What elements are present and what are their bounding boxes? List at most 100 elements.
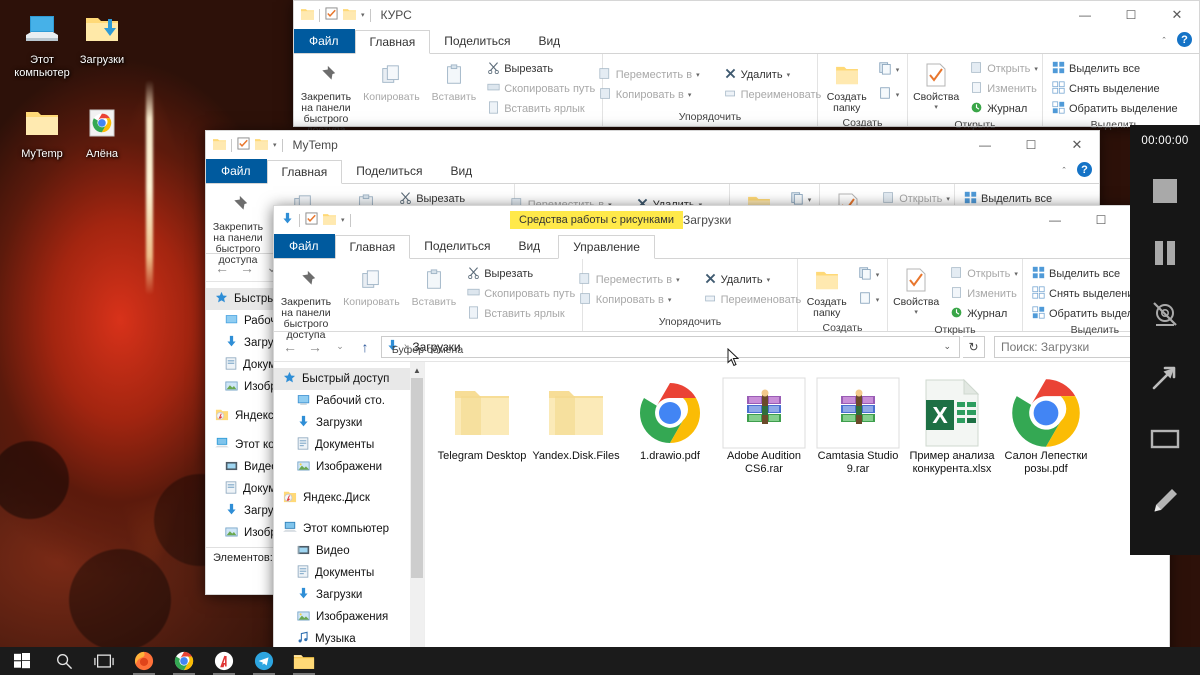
start-button[interactable] [0,647,44,675]
copy-to-button[interactable]: Копировать в▾ [576,291,683,309]
sidebar-item-videos[interactable]: Видео [273,540,424,562]
sidebar-item-yandex-disk[interactable]: Яндекс.Диск [273,487,424,509]
copy-to-button[interactable]: Копировать в▾ [596,86,703,104]
draw-button[interactable] [1130,471,1200,533]
tab-manage[interactable]: Управление [558,235,655,259]
explorer-window-kurs[interactable]: ▾ КУРС — ☐ ✕ Файл Главная Поделиться Вид… [293,0,1200,151]
delete-button[interactable]: Удалить▾ [701,271,805,289]
easy-access-button[interactable]: ▾ [875,85,903,104]
search-button[interactable] [44,647,84,675]
collapse-ribbon-icon[interactable]: ⌃ [1161,36,1167,44]
ribbon-tabs[interactable]: Файл Главная Поделиться Вид Управление [273,234,1170,259]
edit-button[interactable]: Изменить [967,80,1041,98]
tab-file[interactable]: Файл [205,159,267,183]
tab-view[interactable]: Вид [436,159,486,183]
chevron-down-icon[interactable]: ⌄ [943,341,955,352]
sidebar-item-documents[interactable]: Документы [273,434,424,456]
close-button[interactable]: ✕ [1054,130,1100,160]
open-button[interactable]: Открыть ▾ [967,60,1041,78]
help-icon[interactable]: ? [1177,32,1192,47]
maximize-button[interactable]: ☐ [1078,205,1124,235]
file-tile[interactable]: Camtasia Studio 9.rar [811,376,905,476]
task-view-button[interactable] [84,647,124,675]
tab-file[interactable]: Файл [293,29,355,53]
tab-view[interactable]: Вид [504,234,554,258]
collapse-ribbon-icon[interactable]: ⌃ [1061,166,1067,174]
file-tile[interactable]: Yandex.Disk.Files [529,376,623,476]
quick-access-toolbar[interactable]: ▾ [273,212,351,228]
file-tile[interactable]: Салон Лепестки розы.pdf [999,376,1093,476]
file-tile[interactable]: X Пример анализа конкурента.xlsx [905,376,999,476]
sidebar-item-this-pc[interactable]: Этот компьютер [273,518,424,540]
quick-access-toolbar[interactable]: ▾ [293,7,371,23]
dropdown-icon[interactable]: ▾ [341,216,345,224]
pin-to-quick-access-button[interactable]: Закрепить на панелибыстрого доступа [277,263,335,343]
titlebar[interactable]: ▾ Средства работы с рисунками Загрузки —… [273,205,1170,235]
properties-icon[interactable] [237,137,250,153]
dropdown-icon[interactable]: ▾ [273,141,277,149]
paste-button[interactable]: Вставить [428,58,481,105]
pin-to-quick-access-button[interactable]: Закрепить на панелибыстрого доступа [297,58,355,138]
minimize-button[interactable]: — [962,130,1008,160]
scroll-up-icon[interactable]: ▲ [410,362,424,378]
titlebar[interactable]: ▾ КУРС — ☐ ✕ [293,0,1200,30]
move-to-button[interactable]: Переместить в▾ [596,66,703,84]
new-folder-button[interactable]: Создатьпапку [823,58,871,116]
ribbon[interactable]: Закрепить на панелибыстрого доступа Копи… [273,259,1170,356]
sidebar-item-downloads-2[interactable]: Загрузки [273,584,424,606]
maximize-button[interactable]: ☐ [1008,130,1054,160]
quick-access-toolbar[interactable]: ▾ [205,137,283,153]
sidebar-item-quick-access[interactable]: Быстрый доступ [273,368,424,390]
ribbon-tabs[interactable]: Файл Главная Поделиться Вид ⌃ ? [205,159,1100,184]
help-icon[interactable]: ? [1077,162,1092,177]
paste-button[interactable]: Вставить [408,263,461,310]
firefox-button[interactable] [124,647,164,675]
cursor-effects-button[interactable] [1130,347,1200,409]
tab-home[interactable]: Главная [334,235,411,259]
tab-share[interactable]: Поделиться [342,159,436,183]
file-tile[interactable]: Adobe Audition CS6.rar [717,376,811,476]
copy-button[interactable]: Копировать [359,58,424,105]
new-folder-icon[interactable] [255,138,268,153]
dropdown-icon[interactable]: ▾ [361,11,365,19]
new-folder-icon[interactable] [343,8,356,23]
deselect-all-button[interactable]: Снять выделение [1049,80,1181,98]
maximize-button[interactable]: ☐ [1108,0,1154,30]
ribbon-tabs[interactable]: Файл Главная Поделиться Вид ⌃ ? [293,29,1200,54]
properties-icon[interactable] [325,7,338,23]
yandex-button[interactable] [204,647,244,675]
sidebar-item-downloads[interactable]: Загрузки [273,412,424,434]
properties-dropdown-icon[interactable]: ▾ [934,103,938,111]
sidebar-item-pictures-2[interactable]: Изображения [273,606,424,628]
paste-shortcut-button[interactable]: Вставить ярлык [484,100,598,118]
sidebar-item-documents-2[interactable]: Документы [273,562,424,584]
sidebar-item-pictures[interactable]: Изображени [273,456,424,478]
new-item-button[interactable]: ▾ [875,60,903,79]
rename-button[interactable]: Переименовать [721,86,825,104]
properties-dropdown-icon[interactable]: ▾ [914,308,918,316]
close-button[interactable]: ✕ [1154,0,1200,30]
telegram-button[interactable] [244,647,284,675]
invert-selection-button[interactable]: Обратить выделение [1049,100,1181,118]
file-tile[interactable]: 1.drawio.pdf [623,376,717,476]
tab-home[interactable]: Главная [354,30,431,54]
titlebar[interactable]: ▾ MyTemp — ☐ ✕ [205,130,1100,160]
folder-icon[interactable] [301,8,314,23]
tab-file[interactable]: Файл [273,234,335,258]
history-button[interactable]: Журнал [947,305,1021,323]
easy-access-button[interactable]: ▾ [855,290,883,309]
chrome-button[interactable] [164,647,204,675]
navigation-scrollbar[interactable]: ▲ ▼ [410,362,424,675]
file-list[interactable]: Telegram Desktop Yandex.Disk.Files 1.dra… [425,362,1170,675]
window-controls[interactable]: — ☐ ✕ [1062,0,1200,30]
scrollbar-thumb[interactable] [411,378,423,578]
mute-webcam-button[interactable] [1130,285,1200,347]
properties-icon[interactable] [305,212,318,228]
screen-recorder-panel[interactable]: 00:00:00 [1130,125,1200,555]
tab-share[interactable]: Поделиться [410,234,504,258]
new-folder-button[interactable]: Создатьпапку [803,263,851,321]
stop-button[interactable] [1130,161,1200,223]
downloads-icon[interactable] [281,212,294,228]
rename-button[interactable]: Переименовать [701,291,805,309]
minimize-button[interactable]: — [1032,205,1078,235]
